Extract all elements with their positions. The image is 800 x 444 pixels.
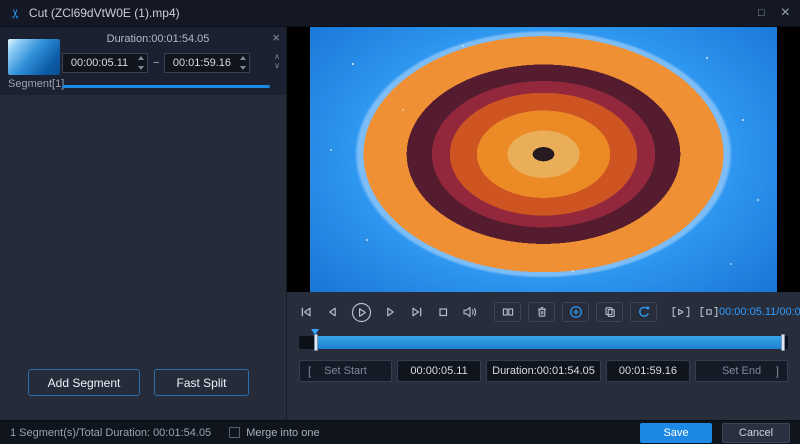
segment-move-down-icon[interactable]: ∨: [274, 62, 280, 70]
timeline-end-handle[interactable]: [781, 334, 785, 351]
close-icon[interactable]: ×: [781, 4, 790, 22]
trim-start-time-input[interactable]: [397, 360, 481, 382]
segment-panel: Duration:00:01:54.05 × ∧ ∨ −: [0, 27, 287, 420]
volume-icon[interactable]: [462, 305, 478, 319]
segment-card[interactable]: Duration:00:01:54.05 × ∧ ∨ −: [0, 27, 286, 95]
segment-summary: 1 Segment(s)/Total Duration: 00:01:54.05: [10, 427, 211, 439]
set-end-button[interactable]: Set End ]: [695, 360, 788, 382]
trim-controls: [ Set Start Duration:00:01:54.05 Set End…: [287, 354, 800, 382]
stars-decoration: [310, 27, 312, 29]
stop-icon[interactable]: [436, 305, 450, 319]
trim-end-time-value[interactable]: [607, 361, 689, 381]
split-segment-button[interactable]: [494, 302, 521, 322]
spin-down-icon[interactable]: [138, 66, 144, 70]
set-end-label: Set End: [722, 365, 761, 377]
delete-segment-button[interactable]: [528, 302, 555, 322]
merge-into-one-option[interactable]: Merge into one: [229, 427, 319, 439]
cancel-button[interactable]: Cancel: [722, 423, 790, 443]
playback-controls: 00:00:05.11/00:02:00.00: [287, 292, 800, 328]
video-stage: [287, 27, 800, 292]
timeline-playhead[interactable]: [311, 329, 319, 335]
window-title: Cut (ZCl69dVtW0E (1).mp4): [29, 6, 180, 20]
set-start-bracket-icon: [: [308, 364, 311, 378]
skip-to-start-icon[interactable]: [299, 305, 313, 319]
scissors-icon: ✂: [9, 8, 22, 19]
end-time-spinner[interactable]: [239, 56, 247, 70]
merge-checkbox[interactable]: [229, 427, 240, 438]
copy-segment-button[interactable]: [596, 302, 623, 322]
play-icon[interactable]: [351, 302, 372, 323]
maximize-icon[interactable]: □: [758, 7, 765, 19]
skip-to-end-icon[interactable]: [410, 305, 424, 319]
set-start-button[interactable]: [ Set Start: [299, 360, 392, 382]
cut-dialog-window: ✂ Cut (ZCl69dVtW0E (1).mp4) □ × Duration…: [0, 0, 800, 444]
next-frame-icon[interactable]: [384, 305, 398, 319]
add-segment-button[interactable]: Add Segment: [28, 369, 140, 396]
save-button[interactable]: Save: [640, 423, 712, 443]
timeline-start-handle[interactable]: [314, 334, 318, 351]
trim-duration-display: Duration:00:01:54.05: [486, 360, 601, 382]
segment-close-icon[interactable]: ×: [272, 31, 280, 44]
segment-label: Segment[1]: [8, 78, 64, 90]
segment-range-fill: [62, 85, 270, 88]
title-bar: ✂ Cut (ZCl69dVtW0E (1).mp4) □ ×: [0, 0, 800, 27]
preview-play-button[interactable]: [671, 305, 691, 319]
segment-duration-label: Duration:00:01:54.05: [56, 33, 260, 45]
merge-checkbox-label: Merge into one: [246, 427, 319, 439]
segment-thumbnail: [8, 39, 60, 75]
spin-up-icon[interactable]: [138, 56, 144, 60]
preview-stop-button[interactable]: [699, 305, 719, 319]
player-area: 00:00:05.11/00:02:00.00 [ Set Start: [287, 27, 800, 420]
fast-split-button[interactable]: Fast Split: [154, 369, 249, 396]
time-range-separator: −: [153, 57, 159, 69]
spin-down-icon[interactable]: [240, 66, 246, 70]
playback-time-display: 00:00:05.11/00:02:00.00: [719, 306, 800, 318]
reset-button[interactable]: [630, 302, 657, 322]
start-time-spinner[interactable]: [137, 56, 145, 70]
add-segment-icon-button[interactable]: [562, 302, 589, 322]
status-bar: 1 Segment(s)/Total Duration: 00:01:54.05…: [0, 420, 800, 444]
video-preview: [310, 27, 777, 292]
set-end-bracket-icon: ]: [776, 364, 779, 378]
segment-start-time-input[interactable]: [62, 53, 148, 73]
segment-move-up-icon[interactable]: ∧: [274, 53, 280, 61]
timeline-fill[interactable]: [315, 336, 784, 349]
segment-range-bar: [62, 85, 270, 88]
spin-up-icon[interactable]: [240, 56, 246, 60]
segment-end-time-input[interactable]: [164, 53, 250, 73]
set-start-label: Set Start: [324, 365, 367, 377]
segment-start-time-value[interactable]: [62, 53, 148, 73]
previous-frame-icon[interactable]: [325, 305, 339, 319]
timeline[interactable]: [299, 330, 788, 354]
trim-start-time-value[interactable]: [398, 361, 480, 381]
trim-end-time-input[interactable]: [606, 360, 690, 382]
segment-end-time-value[interactable]: [164, 53, 250, 73]
